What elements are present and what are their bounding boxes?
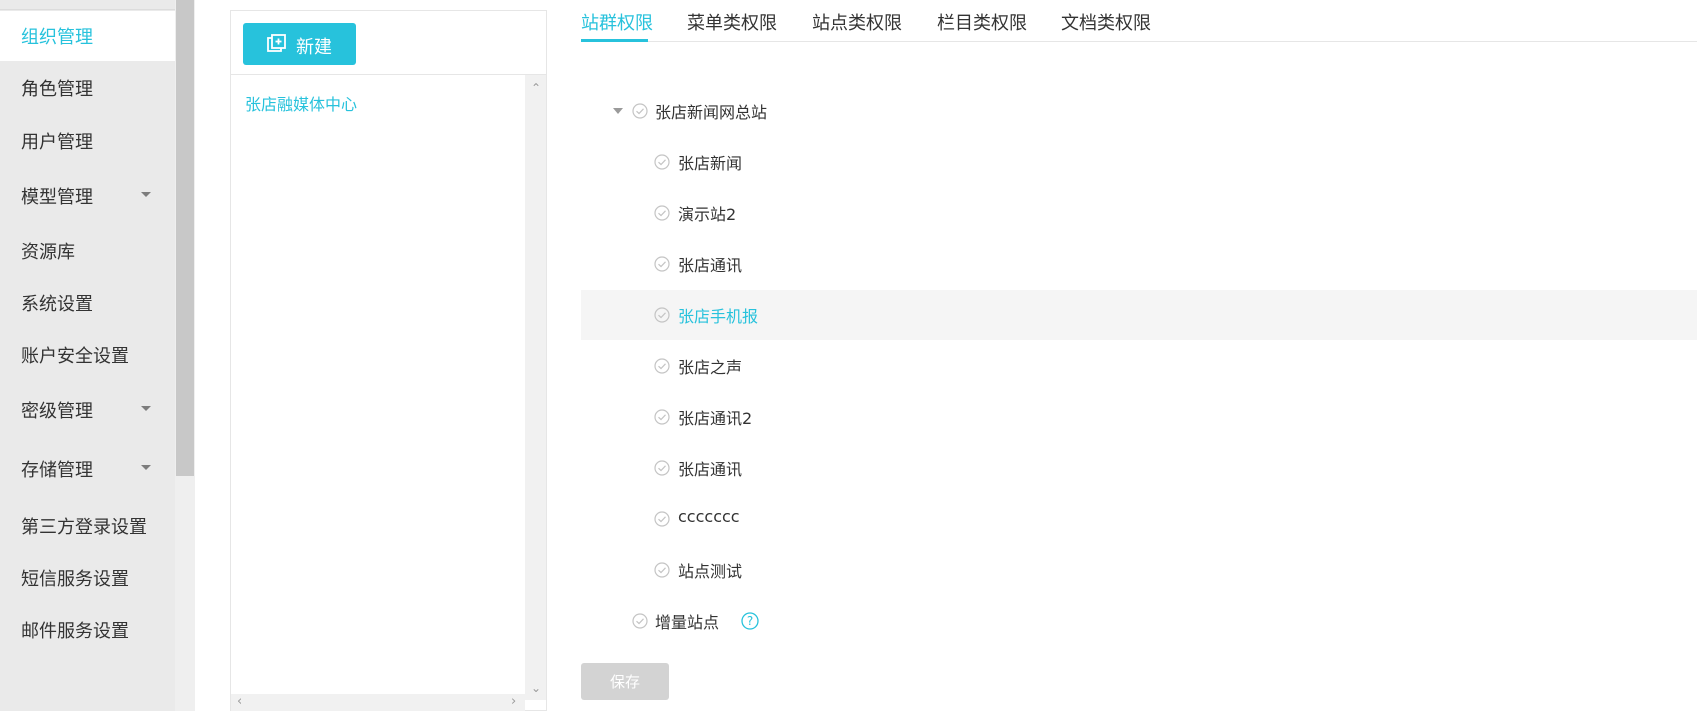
tree-node-site[interactable]: 张店新闻 (581, 137, 1697, 187)
svg-text:?: ? (747, 614, 753, 628)
chevron-down-icon (141, 406, 151, 411)
sidebar-item-mail[interactable]: 邮件服务设置 (0, 605, 175, 655)
check-circle-icon[interactable] (654, 256, 670, 272)
add-icon (267, 34, 286, 52)
sidebar-item-label: 第三方登录设置 (21, 517, 147, 538)
permission-tabs: 站群权限 菜单类权限 站点类权限 栏目类权限 文档类权限 (581, 0, 1697, 42)
sidebar-item-resource[interactable]: 资源库 (0, 226, 175, 276)
sidebar-top-divider (0, 0, 175, 10)
save-button[interactable]: 保存 (581, 663, 669, 700)
check-circle-icon[interactable] (632, 613, 648, 629)
tree-node-root[interactable]: 张店新闻网总站 (581, 86, 1697, 136)
sidebar-item-sms[interactable]: 短信服务设置 (0, 553, 175, 603)
tree-node-site[interactable]: 张店通讯 (581, 443, 1697, 493)
check-circle-icon[interactable] (654, 307, 670, 323)
tree-node-site[interactable]: 演示站2 (581, 188, 1697, 238)
tree-node-label[interactable]: ccccccc (678, 507, 740, 526)
tree-node-site[interactable]: 站点测试 (581, 545, 1697, 595)
org-panel-header: 新建 (231, 11, 546, 75)
check-circle-icon[interactable] (654, 460, 670, 476)
chevron-right-icon[interactable]: › (511, 694, 516, 709)
check-circle-icon[interactable] (654, 154, 670, 170)
new-button[interactable]: 新建 (243, 23, 356, 65)
tree-node-label[interactable]: 演示站2 (678, 201, 736, 225)
org-tree-panel: 新建 张店融媒体中心 ⌃ ⌄ ‹ › (230, 10, 547, 711)
check-circle-icon[interactable] (654, 358, 670, 374)
tree-node-label[interactable]: 站点测试 (678, 558, 742, 582)
tree-node-label[interactable]: 张店新闻 (678, 150, 742, 174)
sidebar-item-label: 短信服务设置 (21, 569, 129, 590)
sidebar-item-third-party-login[interactable]: 第三方登录设置 (0, 501, 175, 551)
sidebar: 组织管理角色管理用户管理模型管理资源库系统设置账户安全设置 密级管理存储管理第三方… (0, 0, 175, 711)
tab-site-permission[interactable]: 站点类权限 (812, 9, 902, 35)
org-panel-vertical-scrollbar[interactable]: ⌃ ⌄ (525, 75, 546, 700)
tree-node-label[interactable]: 张店通讯 (678, 252, 742, 276)
sidebar-item-label: 密级管理 (21, 401, 93, 422)
sidebar-item-label: 邮件服务设置 (21, 621, 129, 642)
tree-node-site[interactable]: 张店通讯2 (581, 392, 1697, 442)
tree-node-site[interactable]: ccccccc (581, 494, 1697, 544)
chevron-down-icon[interactable]: ⌄ (531, 681, 541, 695)
tree-node-label[interactable]: 张店通讯2 (678, 405, 752, 429)
sidebar-item-label: 账户安全设置 (21, 346, 129, 367)
chevron-down-icon (141, 465, 151, 470)
tree-node-label[interactable]: 张店之声 (678, 354, 742, 378)
new-button-label: 新建 (296, 37, 332, 58)
sidebar-item-user[interactable]: 用户管理 (0, 116, 175, 166)
org-panel-horizontal-scrollbar[interactable]: ‹ › (231, 694, 525, 711)
check-circle-icon[interactable] (654, 205, 670, 221)
sidebar-item-role[interactable]: 角色管理 (0, 63, 175, 113)
question-circle-icon[interactable]: ? (741, 612, 759, 630)
chevron-down-icon (141, 192, 151, 197)
tree-node-label[interactable]: 张店手机报 (678, 303, 758, 327)
check-circle-icon[interactable] (654, 562, 670, 578)
chevron-up-icon[interactable]: ⌃ (531, 81, 541, 95)
sidebar-item-storage[interactable]: 存储管理 (0, 444, 175, 494)
chevron-left-icon[interactable]: ‹ (237, 694, 242, 709)
check-circle-icon[interactable] (654, 409, 670, 425)
tab-menu-permission[interactable]: 菜单类权限 (687, 9, 777, 35)
sidebar-item-label: 资源库 (21, 242, 75, 263)
sidebar-item-org[interactable]: 组织管理 (0, 11, 175, 61)
active-tab-indicator (581, 39, 648, 42)
tab-column-permission[interactable]: 栏目类权限 (937, 9, 1027, 35)
tab-site-group-permission[interactable]: 站群权限 (581, 9, 653, 35)
sidebar-item-label: 组织管理 (21, 27, 93, 48)
org-tree-node[interactable]: 张店融媒体中心 (245, 91, 357, 115)
caret-down-icon[interactable] (613, 108, 623, 114)
tree-node-incremental[interactable]: 增量站点? (581, 596, 1697, 646)
sidebar-item-label: 用户管理 (21, 132, 93, 153)
sidebar-item-label: 模型管理 (21, 187, 93, 208)
sidebar-item-account-security[interactable]: 账户安全设置 (0, 330, 175, 380)
check-circle-icon[interactable] (632, 103, 648, 119)
sidebar-scrollbar-thumb[interactable] (176, 0, 194, 476)
sidebar-item-label: 存储管理 (21, 460, 93, 481)
sidebar-item-system[interactable]: 系统设置 (0, 278, 175, 328)
tree-node-label[interactable]: 张店新闻网总站 (655, 99, 767, 123)
sidebar-item-classification[interactable]: 密级管理 (0, 385, 175, 435)
sidebar-item-label: 系统设置 (21, 294, 93, 315)
sidebar-item-label: 角色管理 (21, 79, 93, 100)
tree-node-label[interactable]: 增量站点 (655, 609, 719, 633)
tree-node-site[interactable]: 张店之声 (581, 341, 1697, 391)
tree-node-site[interactable]: 张店通讯 (581, 239, 1697, 289)
check-circle-icon[interactable] (654, 511, 670, 527)
tree-node-label[interactable]: 张店通讯 (678, 456, 742, 480)
tree-node-site[interactable]: 张店手机报 (581, 290, 1697, 340)
tab-document-permission[interactable]: 文档类权限 (1061, 9, 1151, 35)
sidebar-item-model[interactable]: 模型管理 (0, 171, 175, 221)
